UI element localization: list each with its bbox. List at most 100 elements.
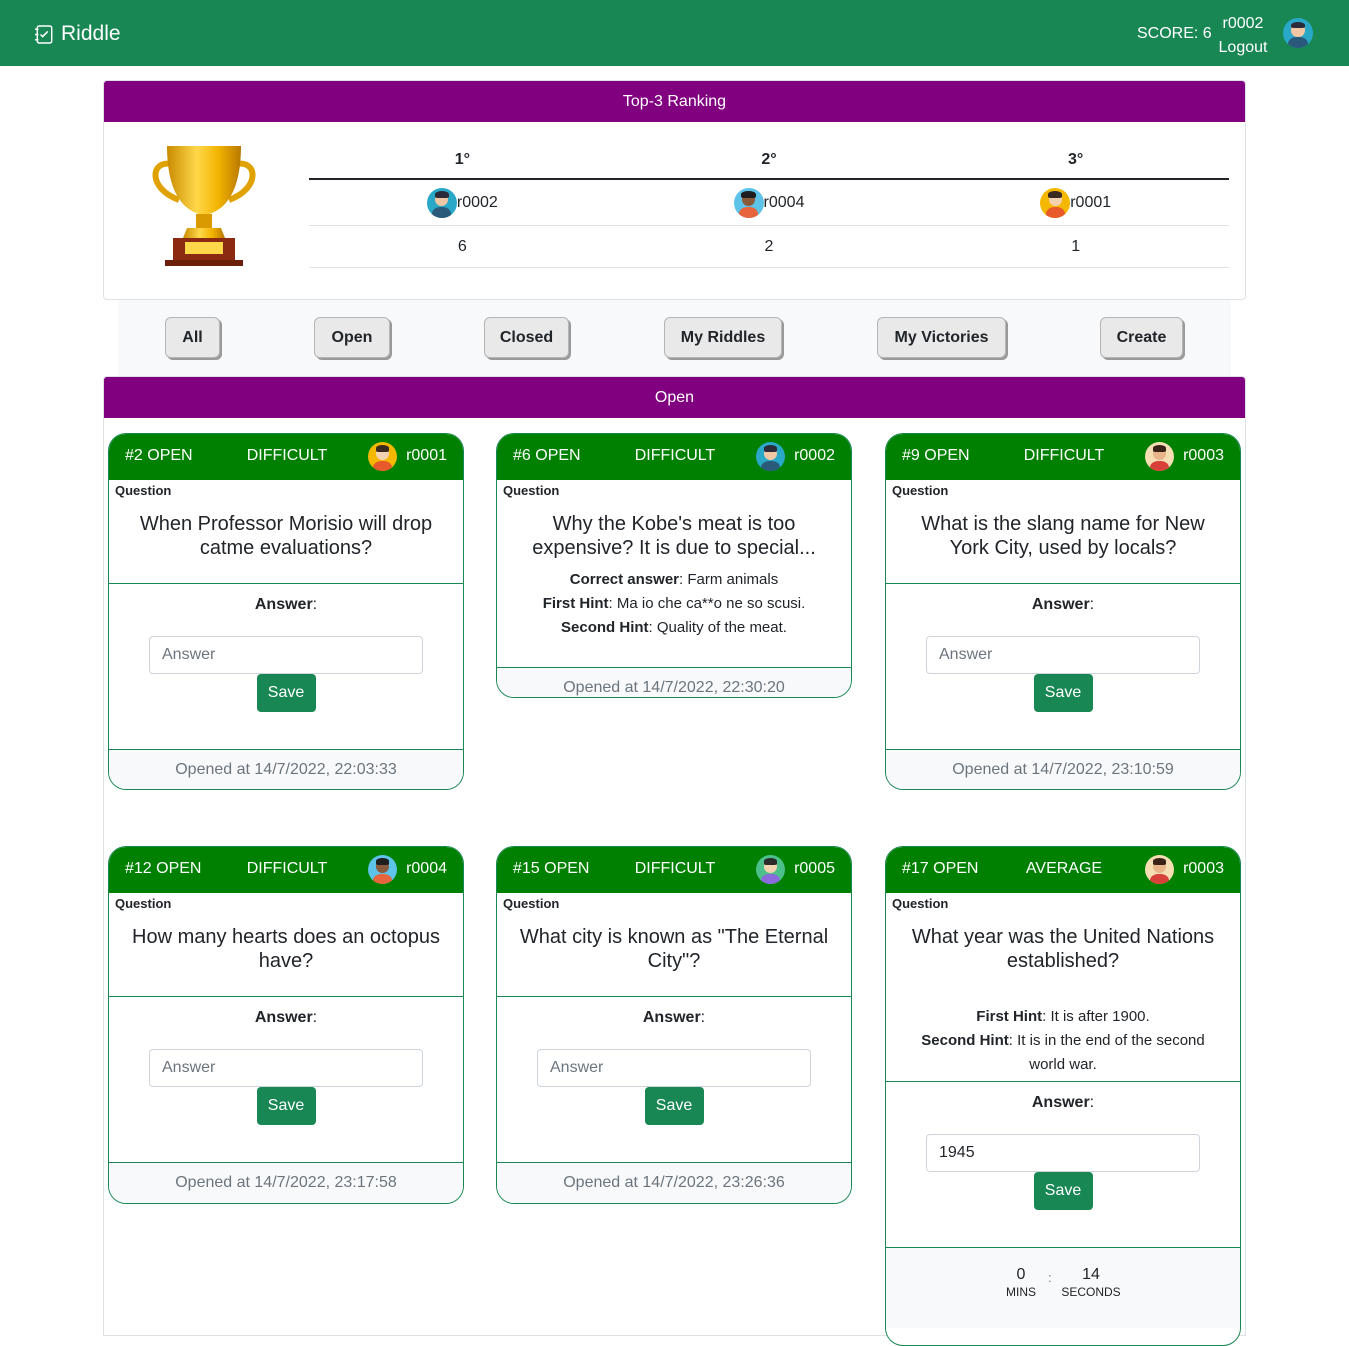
avatar xyxy=(426,187,457,218)
riddle-author: r0004 xyxy=(406,860,447,877)
riddle-card: DIFFICULT #9 OPEN r0003 Question What is… xyxy=(885,433,1241,790)
answer-input[interactable] xyxy=(537,1049,811,1087)
riddle-author: r0003 xyxy=(1183,860,1224,877)
score-label: SCORE: 6 xyxy=(1137,25,1212,42)
question-text: When Professor Morisio will drop catme e… xyxy=(139,513,433,559)
question-text: How many hearts does an octopus have? xyxy=(132,926,440,972)
answer-label: Answer xyxy=(1031,1094,1090,1111)
countdown-timer: 0 MINS : 14 SECONDS xyxy=(886,1248,1240,1328)
answer-form: Answer: Save xyxy=(109,997,463,1162)
ranking-card: Top-3 Ranking 1° 2° 3° r0002 r0004 r0001… xyxy=(103,80,1246,300)
save-button[interactable]: Save xyxy=(1033,1172,1093,1210)
question-label: Question xyxy=(115,483,172,498)
save-button[interactable]: Save xyxy=(644,1087,704,1125)
rank-3-user: r0001 xyxy=(922,180,1229,225)
username: r0002 xyxy=(1222,15,1264,32)
author-avatar xyxy=(368,442,397,471)
author-avatar xyxy=(1145,855,1174,884)
correct-answer: Farm animals xyxy=(687,571,779,588)
answer-label: Answer xyxy=(254,596,313,613)
riddle-card: AVERAGE #17 OPEN r0003 Question What yea… xyxy=(885,846,1241,1346)
logout-link[interactable]: Logout xyxy=(1212,36,1274,60)
navbar: Riddle SCORE: 6 r0002 Logout xyxy=(0,0,1349,66)
opened-at: Opened at 14/7/2022, 23:26:36 xyxy=(497,1163,851,1203)
rank-2-username: r0004 xyxy=(763,193,805,211)
question-label: Question xyxy=(115,896,172,911)
riddle-author: r0001 xyxy=(406,447,447,464)
riddle-header: DIFFICULT #2 OPEN r0001 xyxy=(109,434,463,480)
answer-form: Answer: Save xyxy=(886,584,1240,749)
riddle-card: DIFFICULT #2 OPEN r0001 Question When Pr… xyxy=(108,433,464,790)
seconds-label: SECONDS xyxy=(1061,1285,1121,1299)
question-text: What city is known as "The Eternal City"… xyxy=(519,926,829,972)
author-avatar xyxy=(756,442,785,471)
second-hint: It is in the end of the second world war… xyxy=(1017,1032,1205,1073)
answer-label: Answer xyxy=(254,1009,313,1026)
save-button[interactable]: Save xyxy=(1033,674,1093,712)
riddle-header: DIFFICULT #15 OPEN r0005 xyxy=(497,847,851,893)
timer-seconds: 14 SECONDS xyxy=(1059,1266,1123,1300)
seconds-value: 14 xyxy=(1082,1266,1100,1283)
filter-my-victories-button[interactable]: My Victories xyxy=(877,317,1006,358)
checklist-icon xyxy=(35,24,53,44)
question-text: Why the Kobe's meat is too expensive? It… xyxy=(532,513,816,559)
ranking-users-row: r0002 r0004 r0001 xyxy=(309,180,1229,226)
riddle-card: DIFFICULT #12 OPEN r0004 Question How ma… xyxy=(108,846,464,1204)
second-hint-label: Second Hint xyxy=(921,1032,1009,1049)
save-button[interactable]: Save xyxy=(256,674,316,712)
second-hint: Quality of the meat. xyxy=(656,619,787,636)
riddle-id: #15 OPEN xyxy=(513,860,590,877)
correct-answer-label: Correct answer xyxy=(569,571,679,588)
rank-3-header: 3° xyxy=(1068,151,1084,168)
riddle-author: r0003 xyxy=(1183,447,1224,464)
opened-at: Opened at 14/7/2022, 23:17:58 xyxy=(109,1163,463,1203)
author-avatar xyxy=(1145,442,1174,471)
rank-3-score: 1 xyxy=(1071,238,1081,255)
rank-2-user: r0004 xyxy=(616,180,923,225)
answer-label: Answer xyxy=(1031,596,1090,613)
ranking-table: 1° 2° 3° r0002 r0004 r0001 6 2 1 xyxy=(309,141,1229,268)
filter-open-button[interactable]: Open xyxy=(314,317,390,358)
save-button[interactable]: Save xyxy=(256,1087,316,1125)
ranking-title: Top-3 Ranking xyxy=(104,81,1245,122)
rank-1-header: 1° xyxy=(454,151,470,168)
avatar xyxy=(1040,187,1071,218)
answer-input[interactable] xyxy=(149,1049,423,1087)
answer-form: Answer: Save xyxy=(109,584,463,749)
filter-closed-button[interactable]: Closed xyxy=(484,317,569,358)
user-menu: r0002 Logout xyxy=(1212,12,1274,60)
question-label: Question xyxy=(503,896,560,911)
create-button[interactable]: Create xyxy=(1100,317,1183,358)
rank-1-username: r0002 xyxy=(456,193,498,211)
riddle-details: Correct answer: Farm animals First Hint:… xyxy=(542,571,806,636)
opened-at: Opened at 14/7/2022, 23:10:59 xyxy=(886,750,1240,789)
section-title: Open xyxy=(104,377,1245,418)
riddle-header: DIFFICULT #12 OPEN r0004 xyxy=(109,847,463,893)
opened-at: Opened at 14/7/2022, 22:30:20 xyxy=(497,668,851,697)
riddle-header: AVERAGE #17 OPEN r0003 xyxy=(886,847,1240,893)
filter-all-button[interactable]: All xyxy=(165,317,220,358)
ranking-scores-row: 6 2 1 xyxy=(309,226,1229,268)
first-hint-label: First Hint xyxy=(976,1008,1043,1025)
brand-name: Riddle xyxy=(61,22,121,45)
answer-input[interactable] xyxy=(926,1134,1200,1172)
user-avatar[interactable] xyxy=(1283,18,1313,48)
question-label: Question xyxy=(892,483,949,498)
riddle-author: r0005 xyxy=(794,860,835,877)
answer-input[interactable] xyxy=(926,636,1200,674)
riddle-id: #17 OPEN xyxy=(902,860,979,877)
trophy-icon xyxy=(152,146,256,266)
riddle-card: DIFFICULT #6 OPEN r0002 Question Why the… xyxy=(496,433,852,698)
ranking-header-row: 1° 2° 3° xyxy=(309,141,1229,180)
opened-at: Opened at 14/7/2022, 22:03:33 xyxy=(109,750,463,789)
brand[interactable]: Riddle xyxy=(34,22,121,46)
filter-my-riddles-button[interactable]: My Riddles xyxy=(664,317,782,358)
first-hint: It is after 1900. xyxy=(1050,1008,1150,1025)
author-avatar xyxy=(368,855,397,884)
answer-input[interactable] xyxy=(149,636,423,674)
answer-label: Answer xyxy=(642,1009,701,1026)
first-hint-label: First Hint xyxy=(542,595,609,612)
answer-form: Answer: Save xyxy=(497,997,851,1162)
avatar xyxy=(733,187,764,218)
riddle-id: #12 OPEN xyxy=(125,860,202,877)
